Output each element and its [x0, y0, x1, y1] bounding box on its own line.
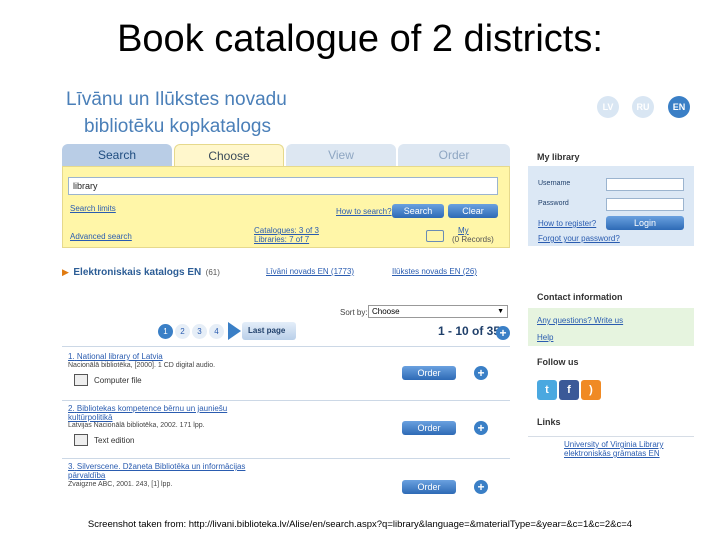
- advanced-search-link[interactable]: Advanced search: [70, 232, 132, 241]
- catalogues-link[interactable]: Catalogues: 3 of 3: [254, 226, 319, 235]
- result-title-text: Silverscene. Džaneta Bibliotēka un infor…: [68, 462, 246, 480]
- divider: [62, 400, 510, 401]
- order-button[interactable]: Order: [402, 480, 456, 494]
- password-label: Password: [538, 200, 569, 207]
- basket-icon[interactable]: [426, 230, 444, 242]
- help-link[interactable]: Help: [537, 333, 553, 342]
- twitter-icon[interactable]: t: [537, 380, 557, 400]
- result-title-text: National library of Latvia: [76, 352, 163, 361]
- add-icon[interactable]: +: [474, 480, 488, 494]
- password-field[interactable]: [606, 198, 684, 211]
- how-to-search-link[interactable]: How to search?: [336, 207, 392, 216]
- divider: [62, 458, 510, 459]
- clear-button[interactable]: Clear: [448, 204, 498, 218]
- site-title-line2: bibliotēku kopkatalogs: [84, 116, 271, 137]
- slide-title: Book catalogue of 2 districts:: [117, 18, 603, 60]
- page-1[interactable]: 1: [158, 324, 173, 339]
- result-range: 1 - 10 of 35: [438, 324, 501, 338]
- link-uva-library[interactable]: University of Virginia Library: [564, 440, 663, 449]
- lang-ru-button[interactable]: RU: [632, 96, 654, 118]
- result-meta: Zvaigzne ABC, 2001. 243, [1] lpp.: [68, 481, 173, 488]
- result-meta: Nacionālā bibliotēka, [2000]. 1 CD digit…: [68, 362, 216, 369]
- catalog-ilukste[interactable]: Ilūkstes novads EN (26): [392, 267, 477, 276]
- order-button[interactable]: Order: [402, 421, 456, 435]
- tab-view[interactable]: View: [286, 144, 396, 166]
- forgot-password-link[interactable]: Forgot your password?: [538, 234, 620, 243]
- sort-select-value: Choose: [372, 307, 400, 316]
- my-records-count: (0 Records): [452, 235, 494, 244]
- catalog-livani[interactable]: Līvāni novads EN (1773): [266, 267, 354, 276]
- site-title-line1: Līvānu un Ilūkstes novadu: [66, 89, 287, 110]
- my-records-link[interactable]: My: [458, 226, 469, 235]
- follow-heading: Follow us: [537, 357, 579, 367]
- any-questions-link[interactable]: Any questions? Write us: [537, 316, 623, 325]
- last-page-button[interactable]: Last page: [242, 322, 296, 340]
- my-library-heading: My library: [537, 152, 580, 162]
- order-button[interactable]: Order: [402, 366, 456, 380]
- result-title[interactable]: 2. Bibliotekas kompetence bērnu un jauni…: [68, 404, 268, 422]
- tab-order[interactable]: Order: [398, 144, 510, 166]
- facebook-icon[interactable]: f: [559, 380, 579, 400]
- expand-arrow-icon[interactable]: ▶: [62, 267, 69, 277]
- footer-caption: Screenshot taken from: http://livani.bib…: [87, 519, 633, 530]
- login-button[interactable]: Login: [606, 216, 684, 230]
- next-page-icon[interactable]: [228, 322, 241, 340]
- add-icon[interactable]: +: [474, 366, 488, 380]
- lang-en-button[interactable]: EN: [668, 96, 690, 118]
- result-meta: Latvijas Nacionālā bibliotēka, 2002. 171…: [68, 422, 205, 429]
- sort-select[interactable]: Choose ▼: [368, 305, 508, 318]
- page-3[interactable]: 3: [192, 324, 207, 339]
- result-number: 2.: [68, 404, 75, 413]
- social-icons: t f): [537, 380, 603, 400]
- search-limits-link[interactable]: Search limits: [70, 204, 116, 213]
- add-icon[interactable]: +: [474, 421, 488, 435]
- libraries-link[interactable]: Libraries: 7 of 7: [254, 235, 309, 244]
- divider: [62, 346, 510, 347]
- result-number: 1.: [68, 352, 75, 361]
- text-edition-icon: [74, 434, 88, 446]
- rss-icon[interactable]: ): [581, 380, 601, 400]
- page-4[interactable]: 4: [209, 324, 224, 339]
- tab-choose[interactable]: Choose: [174, 144, 284, 166]
- result-number: 3.: [68, 462, 75, 471]
- sort-by-label: Sort by:: [340, 308, 368, 317]
- link-ebooks[interactable]: elektroniskās grāmatas EN: [564, 449, 660, 458]
- result-title[interactable]: 3. Silverscene. Džaneta Bibliotēka un in…: [68, 462, 268, 480]
- page-2[interactable]: 2: [175, 324, 190, 339]
- catalog-count: (61): [205, 268, 220, 277]
- result-title-text: Bibliotekas kompetence bērnu un jauniešu…: [68, 404, 228, 422]
- how-to-register-link[interactable]: How to register?: [538, 219, 596, 228]
- site-title[interactable]: Līvānu un Ilūkstes novadu bibliotēku kop…: [66, 86, 287, 140]
- catalog-name[interactable]: Elektroniskais katalogs EN: [73, 267, 201, 278]
- computer-file-icon: [74, 374, 88, 386]
- contact-heading: Contact information: [537, 292, 623, 302]
- result-type: Text edition: [94, 436, 135, 445]
- lang-lv-button[interactable]: LV: [597, 96, 619, 118]
- tab-search[interactable]: Search: [62, 144, 172, 166]
- username-field[interactable]: [606, 178, 684, 191]
- result-type: Computer file: [94, 376, 142, 385]
- links-heading: Links: [537, 417, 561, 427]
- search-button[interactable]: Search: [392, 204, 444, 218]
- chevron-down-icon: ▼: [497, 308, 504, 315]
- username-label: Username: [538, 180, 571, 187]
- add-all-icon[interactable]: +: [496, 326, 510, 340]
- search-input[interactable]: library: [68, 177, 498, 195]
- result-title[interactable]: 1. National library of Latvia: [68, 352, 388, 361]
